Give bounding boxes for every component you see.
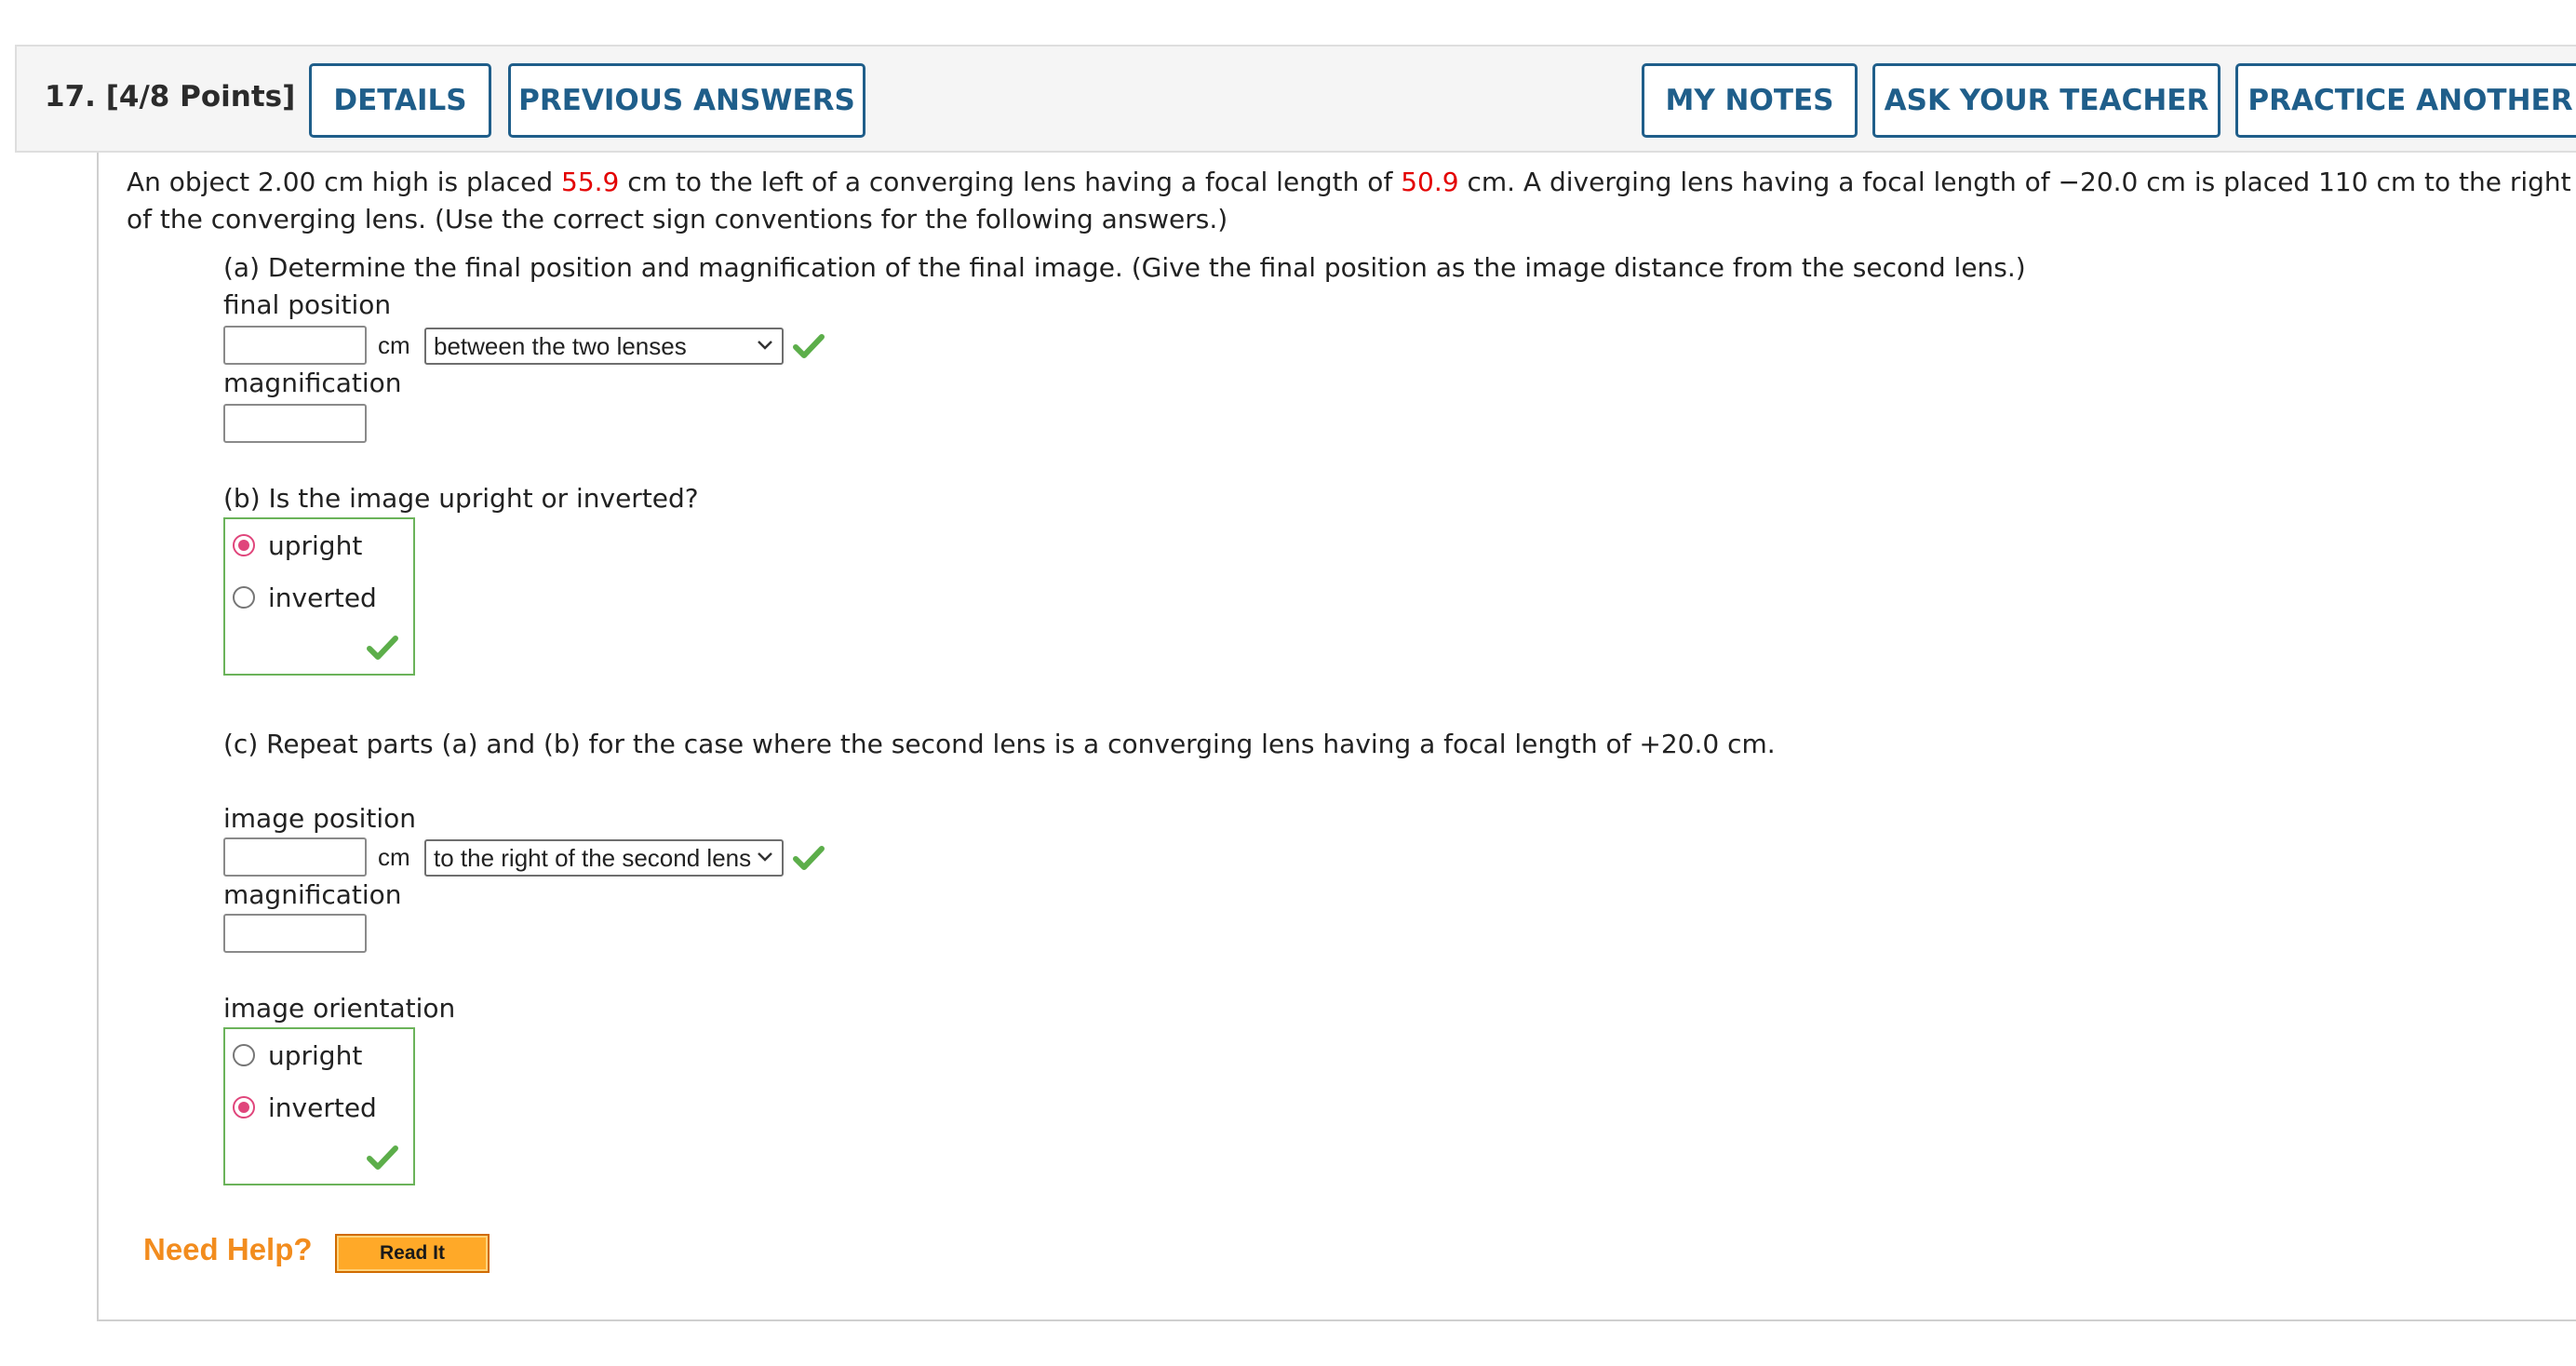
correct-check-icon bbox=[367, 1145, 398, 1170]
object-distance-value: 55.9 bbox=[561, 167, 620, 197]
previous-answers-button[interactable]: PREVIOUS ANSWERS bbox=[508, 63, 865, 138]
focal-length-value: 50.9 bbox=[1401, 167, 1459, 197]
final-position-select[interactable]: between the two lenses bbox=[424, 328, 784, 365]
radio-button-inverted-c[interactable] bbox=[233, 1096, 255, 1118]
final-position-unit: cm bbox=[378, 331, 410, 359]
radio-button-inverted-b[interactable] bbox=[233, 586, 255, 609]
radio-option-inverted-b[interactable]: inverted bbox=[233, 581, 377, 614]
radio-option-upright-b[interactable]: upright bbox=[233, 529, 362, 562]
orientation-radio-group-b: upright inverted bbox=[223, 517, 415, 676]
image-orientation-label: image orientation bbox=[223, 993, 456, 1024]
magnification-input-c[interactable] bbox=[223, 914, 367, 953]
radio-label-upright-b: upright bbox=[268, 529, 363, 561]
ask-your-teacher-button[interactable]: ASK YOUR TEACHER bbox=[1872, 63, 2220, 138]
image-position-select-value: to the right of the second lens bbox=[434, 844, 752, 872]
radio-button-upright-b[interactable] bbox=[233, 534, 255, 556]
correct-check-icon bbox=[367, 636, 398, 660]
final-position-label: final position bbox=[223, 289, 392, 320]
orientation-radio-group-c: upright inverted bbox=[223, 1027, 415, 1185]
correct-check-icon bbox=[793, 334, 825, 358]
radio-option-inverted-c[interactable]: inverted bbox=[233, 1091, 377, 1124]
magnification-label-a: magnification bbox=[223, 368, 402, 398]
question-body: An object 2.00 cm high is placed 55.9 cm… bbox=[97, 153, 2576, 1321]
question-header: 17. [4/8 Points] DETAILS PREVIOUS ANSWER… bbox=[15, 45, 2576, 153]
my-notes-button[interactable]: MY NOTES bbox=[1642, 63, 1858, 138]
magnification-input-a[interactable] bbox=[223, 404, 367, 443]
radio-label-inverted-b: inverted bbox=[268, 582, 377, 613]
read-it-button[interactable]: Read It bbox=[335, 1234, 490, 1273]
radio-button-upright-c[interactable] bbox=[233, 1044, 255, 1066]
part-b-prompt: (b) Is the image upright or inverted? bbox=[223, 483, 699, 514]
image-position-unit: cm bbox=[378, 843, 410, 871]
intro-text-2: cm to the left of a converging lens havi… bbox=[619, 167, 1402, 197]
magnification-label-c: magnification bbox=[223, 879, 402, 910]
radio-label-upright-c: upright bbox=[268, 1039, 363, 1071]
image-position-input[interactable] bbox=[223, 837, 367, 877]
question-intro: An object 2.00 cm high is placed 55.9 cm… bbox=[127, 164, 2574, 238]
practice-another-button[interactable]: PRACTICE ANOTHER bbox=[2235, 63, 2576, 138]
part-a-prompt: (a) Determine the final position and mag… bbox=[223, 252, 2026, 283]
part-c-prompt: (c) Repeat parts (a) and (b) for the cas… bbox=[223, 729, 1776, 759]
final-position-select-value: between the two lenses bbox=[434, 332, 687, 360]
correct-check-icon bbox=[793, 846, 825, 870]
need-help-label: Need Help? bbox=[143, 1232, 313, 1266]
chevron-down-icon bbox=[758, 852, 772, 862]
image-position-select[interactable]: to the right of the second lens bbox=[424, 839, 784, 877]
intro-text-1: An object 2.00 cm high is placed bbox=[127, 167, 562, 197]
details-button[interactable]: DETAILS bbox=[309, 63, 491, 138]
chevron-down-icon bbox=[758, 341, 772, 350]
question-title: 17. [4/8 Points] bbox=[45, 80, 296, 114]
radio-option-upright-c[interactable]: upright bbox=[233, 1038, 362, 1072]
radio-label-inverted-c: inverted bbox=[268, 1091, 377, 1123]
final-position-input[interactable] bbox=[223, 326, 367, 365]
image-position-label: image position bbox=[223, 803, 417, 834]
